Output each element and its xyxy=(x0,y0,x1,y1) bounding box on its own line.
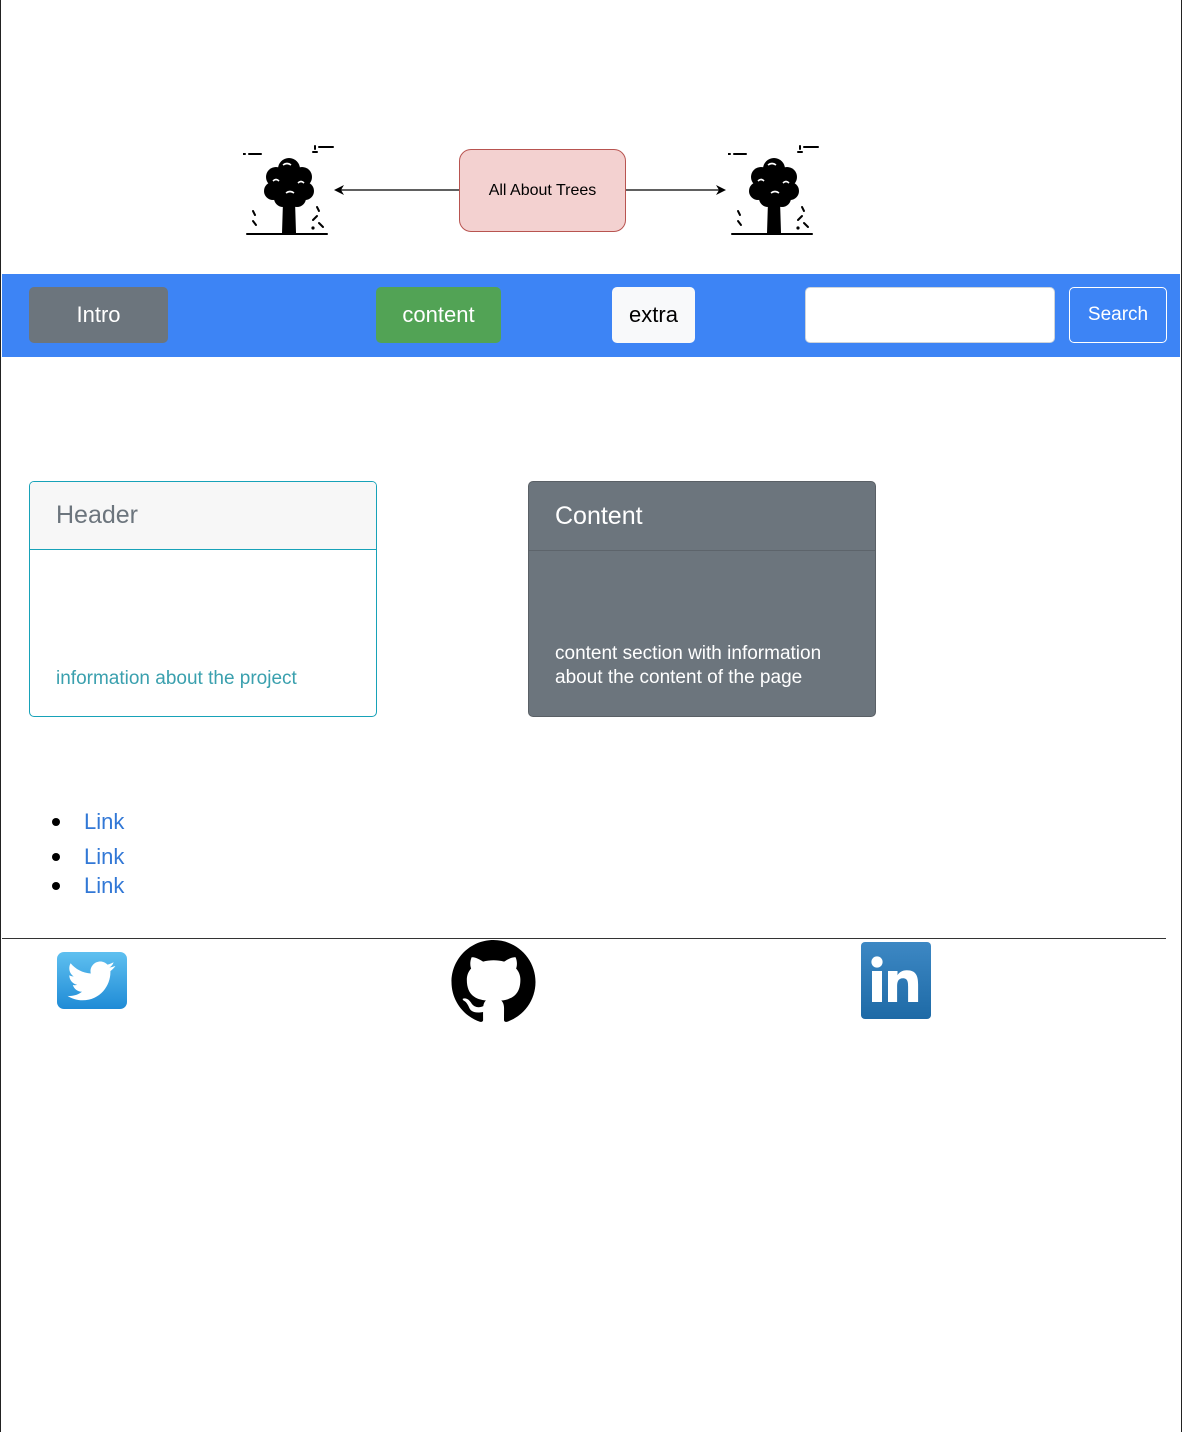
content-button[interactable]: content xyxy=(376,287,501,343)
list-item: Link xyxy=(51,806,124,838)
diagram-title-box: All About Trees xyxy=(459,149,626,232)
card-body-text: information about the project xyxy=(56,668,297,689)
card-header: Content xyxy=(529,482,875,551)
tree-icon xyxy=(728,145,819,235)
search-button[interactable]: Search xyxy=(1069,287,1167,343)
twitter-icon[interactable] xyxy=(57,952,127,1009)
navbar: Intro content extra Search xyxy=(2,274,1180,357)
tree-icon xyxy=(243,145,334,235)
link[interactable]: Link xyxy=(84,844,124,869)
list-item: Link xyxy=(51,842,124,872)
card-header: Header xyxy=(30,482,376,550)
link-list: Link Link Link xyxy=(51,806,124,900)
footer-divider xyxy=(2,938,1166,939)
info-card: Header information about the project xyxy=(29,481,377,717)
diagram-title: All About Trees xyxy=(488,181,597,199)
arrow-right-icon xyxy=(626,185,726,195)
github-icon[interactable] xyxy=(451,940,536,1024)
search-input[interactable] xyxy=(805,287,1055,343)
linkedin-icon[interactable] xyxy=(861,942,931,1019)
arrow-left-icon xyxy=(334,185,460,195)
link[interactable]: Link xyxy=(84,873,124,898)
content-card: Content content section with information… xyxy=(528,481,876,717)
link[interactable]: Link xyxy=(84,809,124,834)
list-item: Link xyxy=(51,872,124,900)
extra-button[interactable]: extra xyxy=(612,287,695,343)
intro-button[interactable]: Intro xyxy=(29,287,168,343)
card-body-text: content section with information about t… xyxy=(555,643,822,688)
